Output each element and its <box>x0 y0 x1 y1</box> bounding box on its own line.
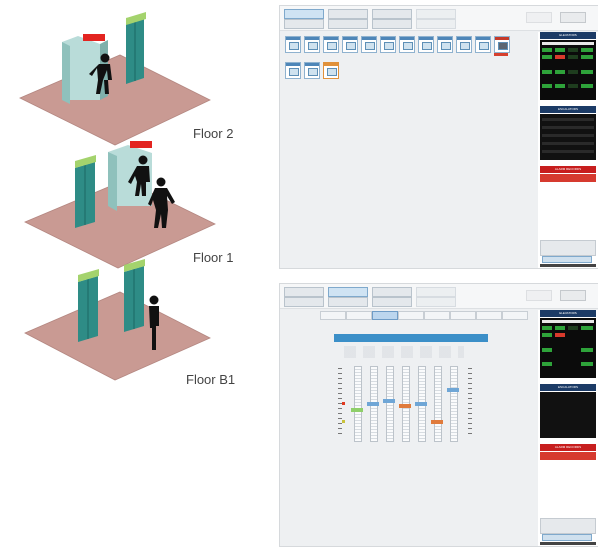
car-tile[interactable] <box>361 36 377 53</box>
confirm-alarm-button[interactable] <box>540 518 596 534</box>
toolbar-button-7[interactable] <box>416 9 456 19</box>
floor-1-door-left <box>75 155 96 228</box>
call-marker <box>342 402 345 405</box>
floor-2-door <box>126 12 146 84</box>
car-tile-alert[interactable] <box>323 62 339 79</box>
alarm-records-header: ALARM RECORDS <box>540 166 596 173</box>
elevators-panel-header: ELEVATORS <box>540 32 596 39</box>
tab[interactable] <box>398 311 424 320</box>
shaft-header-row <box>344 346 464 358</box>
elevator-status-grid <box>540 40 596 100</box>
shaft <box>354 366 362 442</box>
buzzer-reset-button[interactable] <box>542 534 592 541</box>
escalators-panel-header: ESCALATORS <box>540 106 596 113</box>
buzzer-reset-button[interactable] <box>542 256 592 263</box>
car-tile[interactable] <box>399 36 415 53</box>
car-marker[interactable] <box>351 408 363 412</box>
toolbar-button-8[interactable] <box>416 19 456 29</box>
car-tile[interactable] <box>418 36 434 53</box>
status-side-panel: ELEVATORS ESCALATORS ALARM RECORDS <box>538 32 598 268</box>
car-tile[interactable] <box>304 62 320 79</box>
elevators-panel-header: ELEVATORS <box>540 310 596 317</box>
toolbar-button-2[interactable] <box>284 19 324 29</box>
car-marker[interactable] <box>415 402 427 406</box>
car-tile[interactable] <box>456 36 472 53</box>
alarm-records-header: ALARM RECORDS <box>540 444 596 451</box>
shaft <box>450 366 458 442</box>
floor-2-label: Floor 2 <box>193 126 233 141</box>
floor-b1-door-left <box>78 269 99 342</box>
shaft-view <box>338 346 488 446</box>
toolbar-button-6[interactable] <box>372 19 412 29</box>
toolbar-button-1[interactable] <box>284 9 324 19</box>
car-tile[interactable] <box>475 36 491 53</box>
alarm-record-row[interactable] <box>540 174 596 182</box>
floor-b1-door-right <box>124 259 145 332</box>
tab[interactable] <box>320 311 346 320</box>
car-tile[interactable] <box>380 36 396 53</box>
toolbar-button-5[interactable] <box>372 9 412 19</box>
monitor-screen-overview: ELEVATORS ESCALATORS ALARM RECORDS <box>279 5 598 269</box>
car-marker[interactable] <box>399 404 411 408</box>
floor-diagram: Floor 2 Floor 1 Floor B1 <box>19 12 235 387</box>
home-button[interactable] <box>526 12 552 23</box>
timestamp-text <box>540 264 596 267</box>
alarm-record-row[interactable] <box>540 452 596 460</box>
floor-2-plane <box>19 54 211 146</box>
toolbar <box>280 284 598 309</box>
timestamp-text <box>540 542 596 545</box>
car-tile-offline[interactable] <box>494 36 510 53</box>
confirm-alarm-button[interactable] <box>540 240 596 256</box>
logout-button[interactable] <box>560 290 586 301</box>
toolbar-button-4[interactable] <box>328 19 368 29</box>
shaft <box>386 366 394 442</box>
tab[interactable] <box>346 311 372 320</box>
toolbar-button-4[interactable] <box>328 297 368 307</box>
escalators-panel-header: ESCALATORS <box>540 384 596 391</box>
elevator-status-grid <box>540 318 596 378</box>
car-tile[interactable] <box>285 62 301 79</box>
toolbar-button-3[interactable] <box>328 9 368 19</box>
group-header <box>334 334 488 342</box>
floor-2-red-indicator <box>83 34 105 41</box>
escalator-status-grid <box>540 114 596 160</box>
toolbar-button-5[interactable] <box>372 287 412 297</box>
home-button[interactable] <box>526 290 552 301</box>
car-marker[interactable] <box>431 420 443 424</box>
car-tile[interactable] <box>437 36 453 53</box>
toolbar-button-3[interactable] <box>328 287 368 297</box>
escalator-status-grid <box>540 392 596 438</box>
floor-scale-right <box>468 368 472 438</box>
car-tile[interactable] <box>285 36 301 53</box>
toolbar-button-8[interactable] <box>416 297 456 307</box>
toolbar-button-2[interactable] <box>284 297 324 307</box>
tab[interactable] <box>424 311 450 320</box>
tab-selected[interactable] <box>372 311 398 320</box>
toolbar-button-1[interactable] <box>284 287 324 297</box>
floor-1-label: Floor 1 <box>193 250 233 265</box>
status-side-panel: ELEVATORS ESCALATORS ALARM RECORDS <box>538 310 598 546</box>
floor-b1-scene <box>24 259 211 381</box>
tab[interactable] <box>476 311 502 320</box>
car-marker[interactable] <box>367 402 379 406</box>
toolbar-button-7[interactable] <box>416 287 456 297</box>
floor-2-scene <box>19 12 211 146</box>
tab[interactable] <box>502 311 528 320</box>
floor-1-scene <box>24 141 216 269</box>
floor-b1-plane <box>24 291 211 381</box>
floor-b1-label: Floor B1 <box>186 372 235 387</box>
tab[interactable] <box>450 311 476 320</box>
car-marker[interactable] <box>447 388 459 392</box>
car-tile[interactable] <box>323 36 339 53</box>
logout-button[interactable] <box>560 12 586 23</box>
car-tile-fault-bar <box>494 53 508 56</box>
toolbar-button-6[interactable] <box>372 297 412 307</box>
car-marker[interactable] <box>383 399 395 403</box>
car-tile[interactable] <box>342 36 358 53</box>
shaft <box>434 366 442 442</box>
monitor-screen-shafts: ELEVATORS ESCALATORS ALARM RECORDS <box>279 283 598 547</box>
car-tile[interactable] <box>304 36 320 53</box>
call-marker <box>342 420 345 423</box>
toolbar <box>280 6 598 31</box>
